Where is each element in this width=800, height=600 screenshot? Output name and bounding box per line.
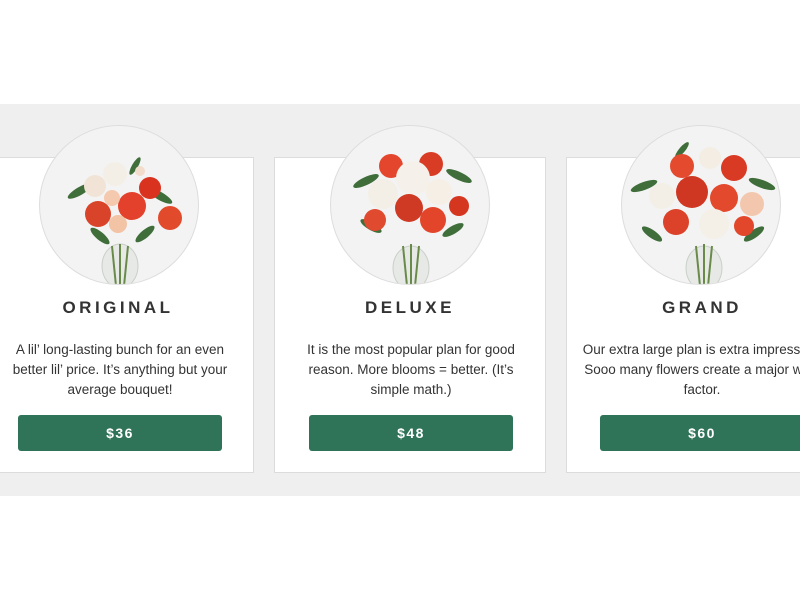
select-grand-button[interactable]: $60 [600, 415, 800, 451]
plan-description-deluxe: It is the most popular plan for good rea… [307, 342, 515, 397]
plan-title-grand: GRAND [662, 298, 742, 317]
plan-title-deluxe: DELUXE [365, 298, 455, 317]
bouquet-image-original [39, 125, 199, 285]
select-original-button[interactable]: $36 [18, 415, 222, 451]
bouquet-image-grand [621, 125, 781, 285]
plan-title-original: ORIGINAL [62, 298, 174, 317]
select-deluxe-button[interactable]: $48 [309, 415, 513, 451]
plan-description-original: A lil’ long-lasting bunch for an even be… [12, 342, 228, 397]
plan-description-grand: Our extra large plan is extra impressive… [582, 342, 800, 397]
bouquet-image-deluxe [330, 125, 490, 285]
